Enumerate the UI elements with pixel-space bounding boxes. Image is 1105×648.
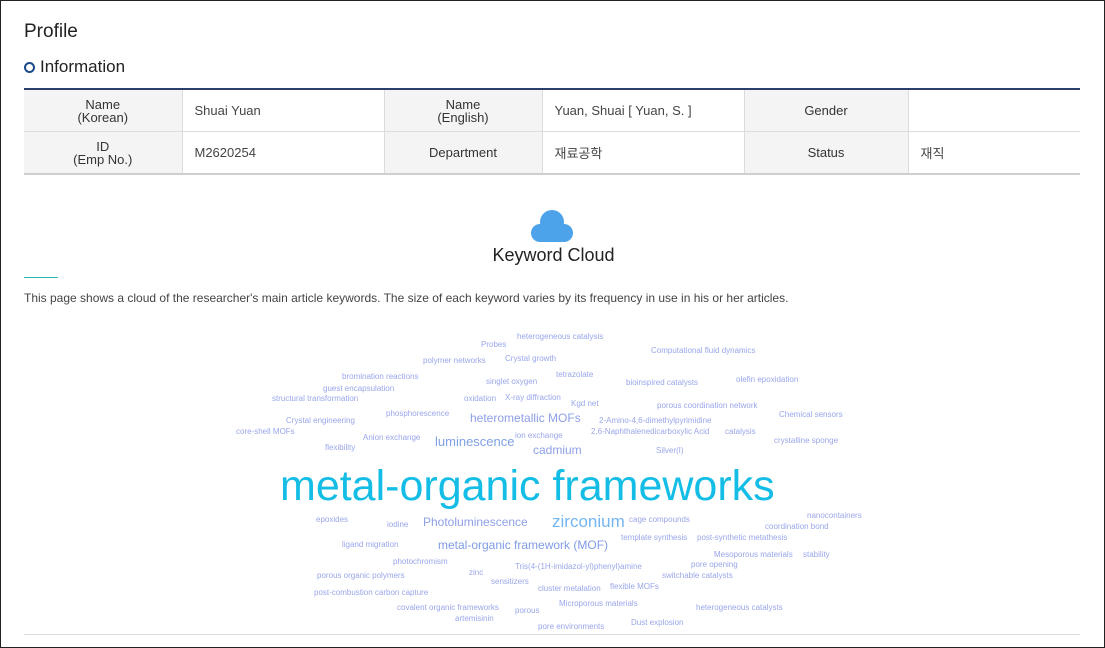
keyword-link[interactable]: coordination bond (765, 523, 829, 531)
keyword-link[interactable]: nanocontainers (807, 512, 862, 520)
keyword-link[interactable]: photochromism (393, 558, 448, 566)
keyword-link[interactable]: heterogeneous catalysis (517, 333, 603, 341)
keyword-cloud-description: This page shows a cloud of the researche… (24, 291, 789, 305)
keyword-link[interactable]: iodine (387, 521, 408, 529)
keyword-link[interactable]: Kgd net (571, 400, 599, 408)
keyword-link[interactable]: ion exchange (515, 432, 563, 440)
gender-value (908, 89, 1080, 132)
keyword-link[interactable]: heterogeneous catalysts (696, 604, 783, 612)
keyword-link[interactable]: Silver(I) (656, 447, 684, 455)
keyword-link[interactable]: artemisinin (455, 615, 494, 623)
status-value: 재직 (908, 131, 1080, 175)
keyword-link[interactable]: Crystal engineering (286, 417, 355, 425)
section-title: Information (40, 57, 126, 76)
gender-label: Gender (744, 89, 909, 132)
name-english-value: Yuan, Shuai [ Yuan, S. ] (542, 89, 745, 132)
profile-page: Profile Information Name (Korean) Shuai Y… (0, 0, 1105, 648)
keyword-link[interactable]: bromination reactions (342, 373, 418, 381)
keyword-link[interactable]: sensitizers (491, 578, 529, 586)
keyword-link[interactable]: polymer networks (423, 357, 486, 365)
keyword-link[interactable]: porous coordination network (657, 402, 758, 410)
keyword-link[interactable]: X-ray diffraction (505, 394, 561, 402)
name-korean-value: Shuai Yuan (182, 89, 385, 132)
circle-bullet-icon (24, 62, 35, 73)
keyword-link[interactable]: Probes (481, 341, 506, 349)
keyword-link[interactable]: Tris(4-(1H-imidazol-yl)phenyl)amine (515, 563, 642, 571)
keyword-link[interactable]: core-shell MOFs (236, 428, 295, 436)
keyword-link[interactable]: Dust explosion (631, 619, 683, 627)
profile-info-table: Name (Korean) Shuai Yuan Name (English) Yu… (24, 88, 1080, 175)
keyword-link[interactable]: post-combustion carbon capture (314, 589, 428, 597)
department-value: 재료공학 (542, 131, 745, 175)
id-value: M2620254 (182, 131, 385, 175)
department-label: Department (384, 131, 543, 175)
name-korean-label: Name (Korean) (24, 89, 183, 132)
keyword-link[interactable]: phosphorescence (386, 410, 449, 418)
keyword-link[interactable]: crystalline sponge (774, 437, 838, 445)
keyword-link[interactable]: template synthesis (621, 534, 687, 542)
keyword-link[interactable]: cluster metalation (538, 585, 601, 593)
keyword-cloud-title: Keyword Cloud (492, 245, 615, 265)
keyword-link[interactable]: structural transformation (272, 395, 358, 403)
keyword-link[interactable]: 2,6-Naphthalenedicarboxylic Acid (591, 428, 709, 436)
table-row: Name (Korean) Shuai Yuan Name (English) Yu… (24, 89, 1080, 132)
keyword-link[interactable]: stability (803, 551, 830, 559)
keyword-link[interactable]: singlet oxygen (486, 378, 537, 386)
keyword-link[interactable]: Mesoporous materials (714, 551, 793, 559)
keyword-link[interactable]: metal-organic framework (MOF) (438, 539, 608, 551)
keyword-link[interactable]: flexibility (325, 444, 355, 452)
cloud-icon (531, 210, 573, 242)
keyword-link[interactable]: heterometallic MOFs (470, 412, 581, 424)
page-title: Profile (24, 21, 78, 42)
keyword-link[interactable]: porous organic polymers (317, 572, 405, 580)
keyword-link[interactable]: pore opening (691, 561, 738, 569)
keyword-link[interactable]: bioinspired catalysts (626, 379, 698, 387)
id-label: ID (Emp No.) (24, 131, 183, 175)
keyword-link[interactable]: ligand migration (342, 541, 398, 549)
keyword-link[interactable]: tetrazolate (556, 371, 593, 379)
accent-divider (24, 277, 58, 278)
keyword-link[interactable]: oxidation (464, 395, 496, 403)
keyword-link[interactable]: Photoluminescence (423, 516, 528, 528)
keyword-link[interactable]: covalent organic frameworks (397, 604, 499, 612)
status-label: Status (744, 131, 909, 175)
keyword-link[interactable]: Crystal growth (505, 355, 556, 363)
keyword-link[interactable]: 2-Amino-4,6-dimethylpyrimidine (599, 417, 711, 425)
keyword-link[interactable]: post-synthetic metathesis (697, 534, 787, 542)
keyword-link[interactable]: pore environments (538, 623, 604, 631)
keyword-link[interactable]: luminescence (435, 435, 515, 448)
table-row: ID (Emp No.) M2620254 Department 재료공학 Sta… (24, 131, 1080, 175)
keyword-link[interactable]: flexible MOFs (610, 583, 659, 591)
keyword-link[interactable]: guest encapsulation (323, 385, 394, 393)
keyword-link[interactable]: Computational fluid dynamics (651, 347, 756, 355)
keyword-link[interactable]: zirconium (552, 513, 625, 530)
section-header: Information (24, 57, 125, 77)
keyword-link[interactable]: switchable catalysts (662, 572, 733, 580)
keyword-link[interactable]: cage compounds (629, 516, 690, 524)
keyword-link[interactable]: metal-organic frameworks (280, 465, 775, 508)
keyword-link[interactable]: catalysis (725, 428, 756, 436)
keyword-link[interactable]: epoxides (316, 516, 348, 524)
keyword-link[interactable]: cadmium (533, 444, 582, 456)
keyword-link[interactable]: Microporous materials (559, 600, 638, 608)
name-english-label: Name (English) (384, 89, 543, 132)
keyword-link[interactable]: Anion exchange (363, 434, 420, 442)
keyword-link[interactable]: porous (515, 607, 539, 615)
bottom-divider (24, 634, 1080, 635)
keyword-link[interactable]: olefin epoxidation (736, 376, 798, 384)
keyword-link[interactable]: zinc (469, 569, 483, 577)
keyword-link[interactable]: Chemical sensors (779, 411, 843, 419)
